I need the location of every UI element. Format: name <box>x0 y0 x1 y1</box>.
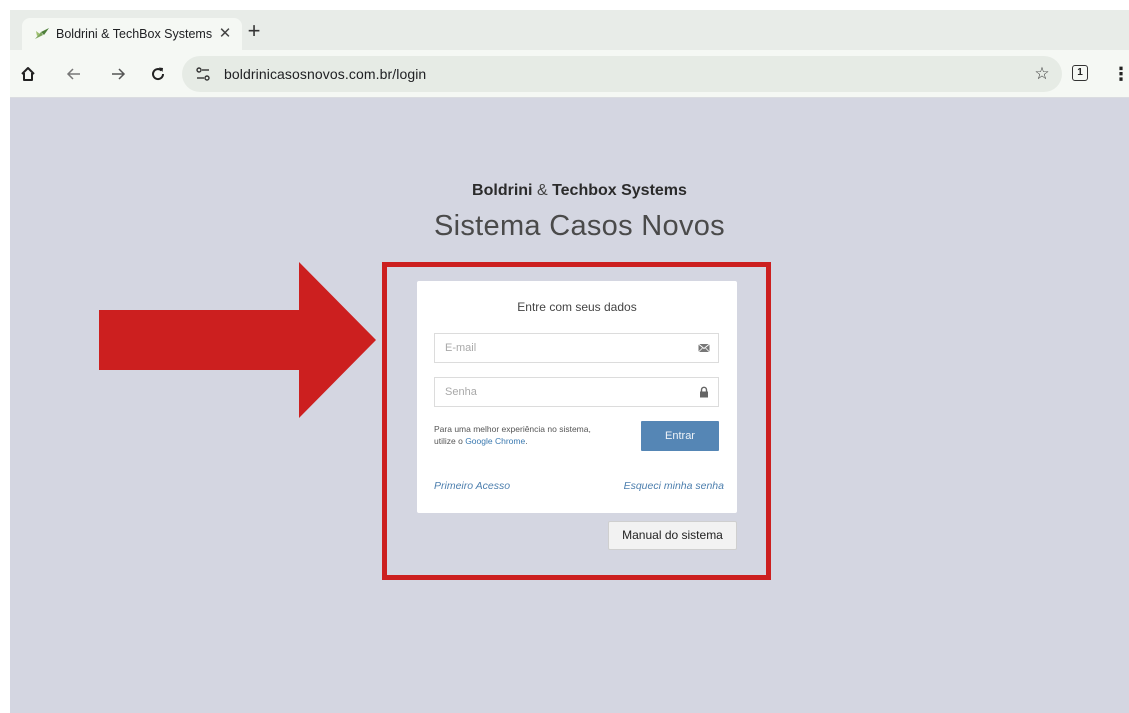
brand-part1: Boldrini <box>472 182 533 199</box>
login-page: Boldrini & Techbox Systems Sistema Casos… <box>10 98 1129 713</box>
browser-tab[interactable]: Boldrini & TechBox Systems ✕ <box>22 18 242 50</box>
browser-hint: Para uma melhor experiência no sistema, … <box>434 423 614 447</box>
browser-menu-icon[interactable]: ⋮ <box>1112 60 1129 88</box>
lock-icon <box>700 386 708 398</box>
brand-amp: & <box>536 182 548 199</box>
red-arrow-icon <box>99 262 376 418</box>
browser-toolbar: boldrinicasosnovos.com.br/login ☆ 1 ⋮ <box>10 50 1129 98</box>
tab-strip: Boldrini & TechBox Systems ✕ + <box>10 10 1129 50</box>
hint-end: . <box>525 436 528 446</box>
back-icon[interactable] <box>60 60 88 88</box>
site-info-icon[interactable] <box>194 65 212 83</box>
reload-icon[interactable] <box>144 60 172 88</box>
forgot-password-link[interactable]: Esqueci minha senha <box>610 480 724 492</box>
email-input[interactable] <box>435 334 675 362</box>
envelope-icon <box>698 343 710 353</box>
url-text[interactable]: boldrinicasosnovos.com.br/login <box>224 65 426 83</box>
tab-title: Boldrini & TechBox Systems <box>56 27 213 41</box>
first-access-link[interactable]: Primeiro Acesso <box>434 480 510 492</box>
new-tab-button[interactable]: + <box>240 18 268 46</box>
password-input[interactable] <box>435 378 675 406</box>
tab-count-button[interactable]: 1 <box>1072 65 1088 81</box>
favicon-icon <box>35 28 49 39</box>
login-heading: Entre com seus dados <box>517 300 637 314</box>
brand-part2: Techbox Systems <box>552 182 687 199</box>
browser-window: Boldrini & TechBox Systems ✕ + boldrinic… <box>10 10 1129 713</box>
login-card: Entre com seus dados Para uma melhor exp… <box>417 281 737 513</box>
login-button[interactable]: Entrar <box>641 421 719 451</box>
address-bar[interactable]: boldrinicasosnovos.com.br/login ☆ <box>182 56 1062 92</box>
close-tab-icon[interactable]: ✕ <box>216 25 234 43</box>
forward-icon[interactable] <box>104 60 132 88</box>
chrome-link[interactable]: Google Chrome <box>465 436 525 446</box>
password-field[interactable] <box>434 377 719 407</box>
page-title: Sistema Casos Novos <box>434 210 725 242</box>
email-field[interactable] <box>434 333 719 363</box>
home-icon[interactable] <box>14 60 42 88</box>
brand-heading: Boldrini & Techbox Systems <box>10 182 1129 200</box>
bookmark-star-icon[interactable]: ☆ <box>1030 62 1054 86</box>
system-manual-button[interactable]: Manual do sistema <box>608 521 737 550</box>
